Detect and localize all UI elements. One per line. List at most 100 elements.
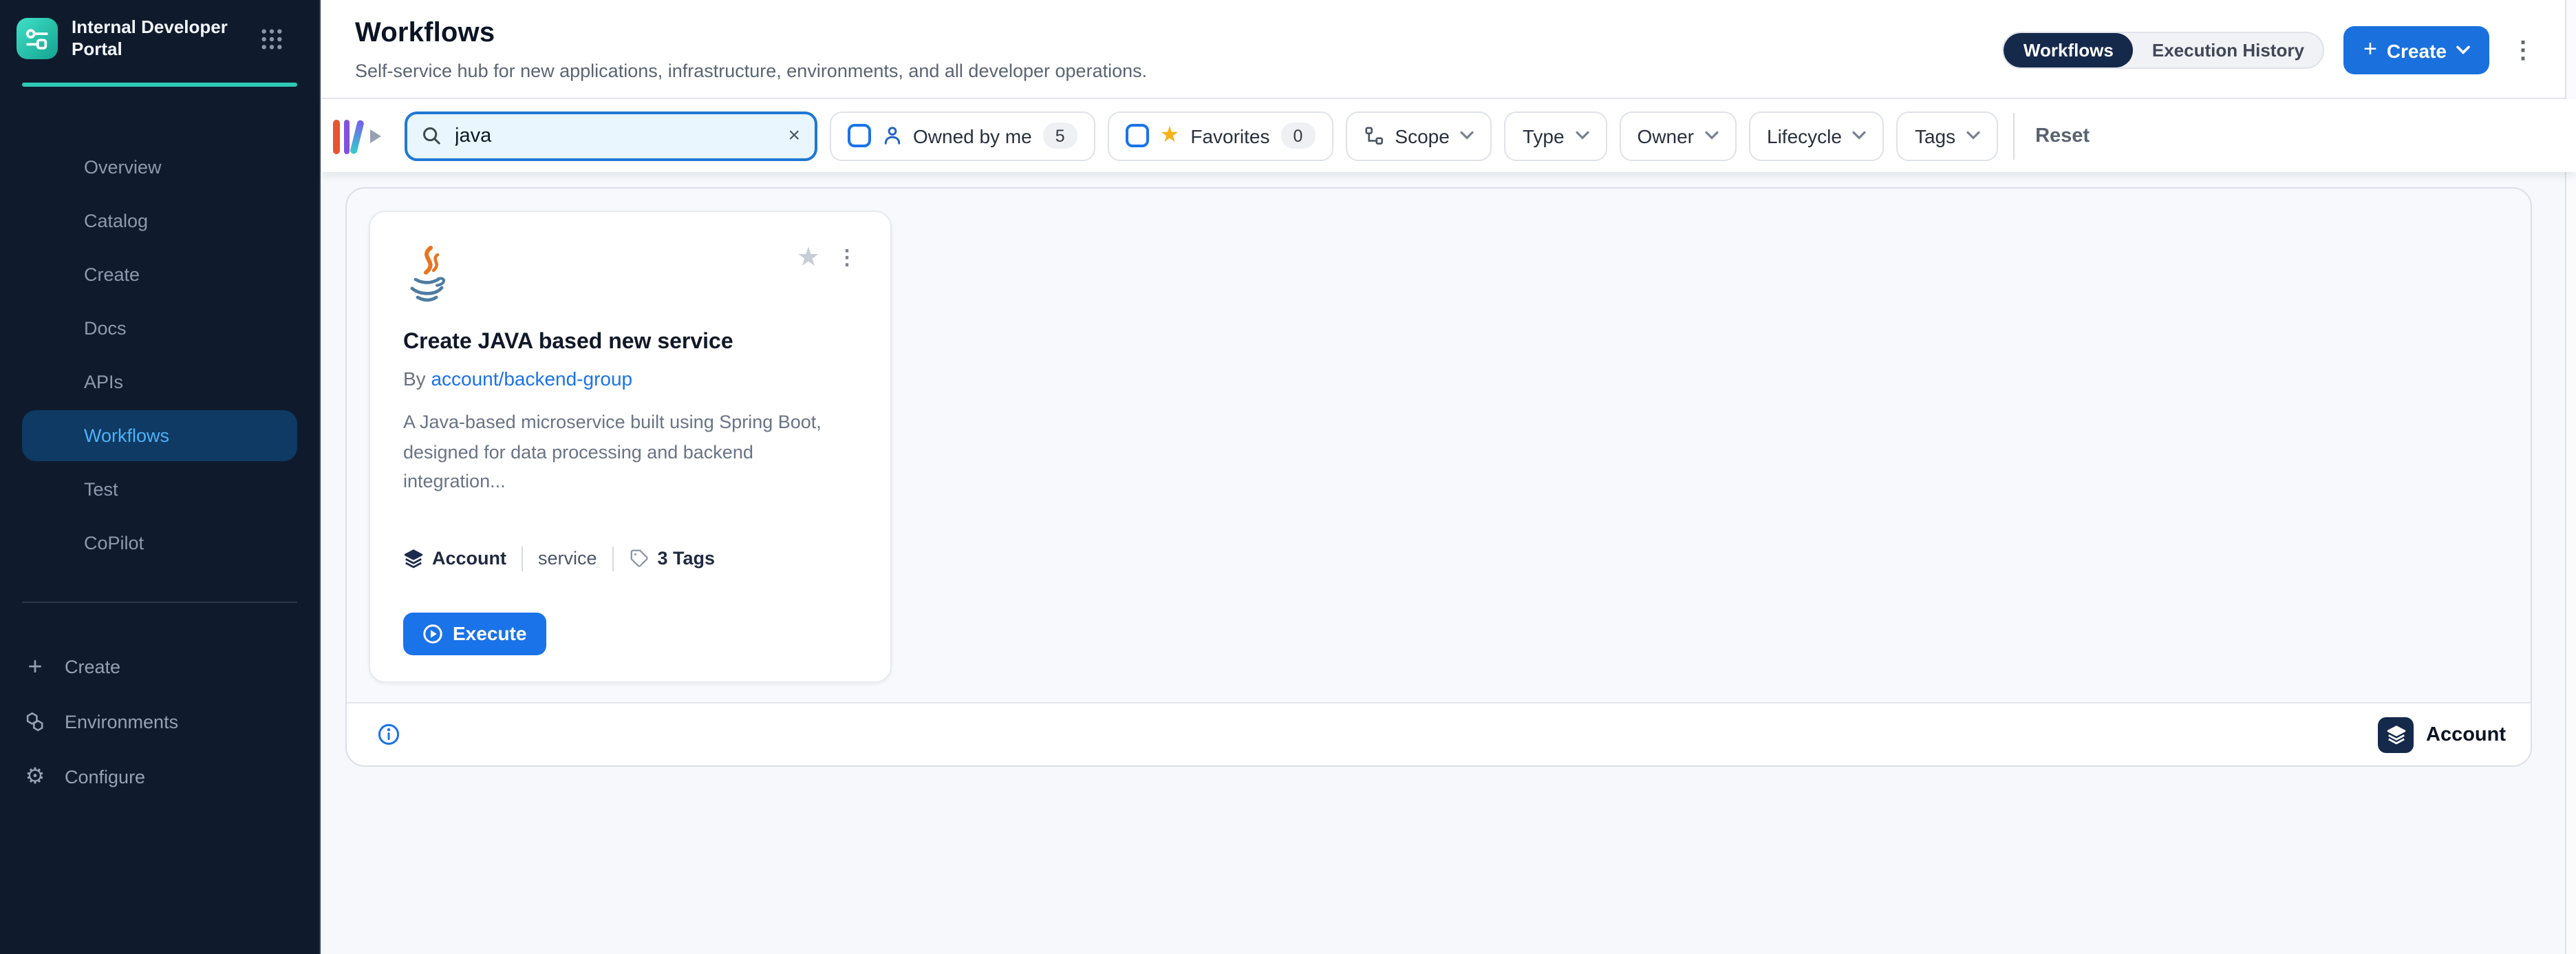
- sidebar-footer-label: Configure: [65, 766, 145, 787]
- owner-dropdown[interactable]: Owner: [1620, 111, 1737, 160]
- person-icon: [881, 125, 902, 146]
- scope-tree-icon: [1363, 125, 1384, 146]
- app-root: Internal Developer Portal Overview Catal…: [0, 0, 2576, 954]
- library-bars-icon[interactable]: [333, 117, 360, 154]
- search-input[interactable]: [452, 123, 777, 148]
- workflow-description: A Java-based microservice built using Sp…: [403, 407, 841, 497]
- tags-count: 3 Tags: [658, 549, 716, 569]
- sidebar-item-catalog[interactable]: Catalog: [22, 195, 297, 246]
- apps-grid-icon[interactable]: [260, 27, 283, 50]
- type-dropdown[interactable]: Type: [1505, 111, 1607, 160]
- tab-execution-history[interactable]: Execution History: [2133, 33, 2323, 67]
- workflow-meta-row: Account service 3 Tags: [403, 547, 857, 571]
- sidebar-item-apis[interactable]: APIs: [22, 357, 297, 407]
- main-area: Workflows Self-service hub for new appli…: [322, 0, 2576, 954]
- sidebar-item-test[interactable]: Test: [22, 464, 297, 515]
- chevron-down-icon: [1966, 131, 1980, 140]
- app-title: Internal Developer Portal: [72, 17, 246, 61]
- scope-dropdown[interactable]: Scope: [1345, 111, 1492, 160]
- scope-label: Scope: [1395, 125, 1449, 147]
- chevron-down-icon: [1576, 131, 1589, 140]
- sidebar-footer-nav: + Create Environments ⚙ Configure: [0, 642, 319, 807]
- filter-bar: × Owned by me 5 ★ Favorites 0: [322, 99, 2576, 172]
- info-icon[interactable]: [377, 723, 400, 746]
- execute-button[interactable]: Execute: [403, 613, 546, 655]
- favorite-star-icon: ★: [1160, 125, 1180, 147]
- sidebar-item-configure[interactable]: ⚙ Configure: [11, 752, 308, 801]
- favorites-count: 0: [1281, 123, 1316, 149]
- search-icon: [420, 125, 441, 146]
- sidebar: Internal Developer Portal Overview Catal…: [0, 0, 321, 954]
- sidebar-item-copilot[interactable]: CoPilot: [22, 518, 297, 569]
- sidebar-nav: Overview Catalog Create Docs APIs Workfl…: [0, 142, 319, 571]
- lifecycle-dropdown[interactable]: Lifecycle: [1749, 111, 1885, 160]
- java-logo-icon: [403, 245, 450, 306]
- sidebar-logo-row: Internal Developer Portal: [0, 0, 319, 77]
- plus-icon: +: [22, 652, 48, 681]
- owned-by-me-label: Owned by me: [913, 125, 1032, 147]
- workflow-owner-line: By account/backend-group: [403, 368, 857, 390]
- sidebar-item-overview[interactable]: Overview: [22, 142, 297, 193]
- panel-footer: Account: [347, 702, 2531, 765]
- tags-label: Tags: [1915, 125, 1955, 147]
- sidebar-accent-divider: [22, 83, 297, 87]
- sidebar-item-docs[interactable]: Docs: [22, 303, 297, 354]
- meta-divider: [522, 547, 523, 571]
- workflow-title: Create JAVA based new service: [403, 330, 857, 355]
- expand-arrow-icon[interactable]: [369, 129, 380, 142]
- chevron-down-icon: [1853, 131, 1867, 140]
- sidebar-item-create[interactable]: Create: [22, 249, 297, 300]
- page-subtitle: Self-service hub for new applications, i…: [355, 61, 2003, 81]
- sidebar-item-environments[interactable]: Environments: [11, 697, 308, 746]
- filter-favorites[interactable]: ★ Favorites 0: [1108, 111, 1333, 160]
- meta-divider: [612, 547, 614, 571]
- page-title: Workflows: [355, 18, 2003, 50]
- sidebar-divider: [22, 602, 297, 603]
- chevron-down-icon: [1705, 131, 1719, 140]
- workflows-panel: ★ ⋮ Create JAVA based new service By acc…: [345, 187, 2532, 767]
- page-header: Workflows Self-service hub for new appli…: [322, 0, 2576, 99]
- create-button[interactable]: + Create: [2344, 26, 2489, 74]
- content-area: ★ ⋮ Create JAVA based new service By acc…: [322, 172, 2576, 954]
- type-label: Type: [1523, 125, 1565, 147]
- owner-label: Owner: [1638, 125, 1694, 147]
- favorites-label: Favorites: [1190, 125, 1269, 147]
- filter-owned-by-me[interactable]: Owned by me 5: [829, 111, 1095, 160]
- chevron-down-icon: [2456, 45, 2470, 55]
- sidebar-item-create-bottom[interactable]: + Create: [11, 642, 308, 691]
- type-value: service: [538, 549, 597, 569]
- owned-by-me-count: 5: [1043, 123, 1077, 149]
- tag-icon: [629, 549, 650, 569]
- scope-value: Account: [432, 549, 506, 569]
- owner-group-link[interactable]: account/backend-group: [431, 368, 632, 390]
- account-scope-label: Account: [2426, 723, 2506, 745]
- header-kebab-menu-icon[interactable]: ⋮: [2509, 36, 2537, 65]
- owned-by-me-checkbox[interactable]: [847, 124, 870, 147]
- card-kebab-menu-icon[interactable]: ⋮: [837, 248, 857, 268]
- clear-search-icon[interactable]: ×: [788, 125, 800, 146]
- tab-workflows[interactable]: Workflows: [2004, 33, 2133, 67]
- by-prefix: By: [403, 368, 426, 390]
- search-box: ×: [404, 111, 817, 160]
- reset-filters-button[interactable]: Reset: [2035, 125, 2090, 147]
- execute-label: Execute: [453, 623, 526, 645]
- favorite-toggle-icon[interactable]: ★: [797, 245, 820, 271]
- favorites-checkbox[interactable]: [1126, 124, 1149, 147]
- sidebar-item-workflows[interactable]: Workflows: [22, 410, 297, 461]
- account-scope-icon: [2378, 717, 2414, 752]
- portal-logo-icon[interactable]: [17, 18, 58, 59]
- sidebar-footer-label: Environments: [65, 711, 178, 732]
- gear-icon: ⚙: [22, 763, 48, 790]
- account-layers-icon: [403, 549, 424, 569]
- sidebar-footer-label: Create: [65, 656, 120, 677]
- lifecycle-label: Lifecycle: [1767, 125, 1842, 147]
- workflow-card[interactable]: ★ ⋮ Create JAVA based new service By acc…: [369, 211, 892, 683]
- filter-divider: [2013, 112, 2015, 159]
- hexagons-icon: [22, 710, 48, 733]
- tags-dropdown[interactable]: Tags: [1897, 111, 1998, 160]
- workflow-grid: ★ ⋮ Create JAVA based new service By acc…: [347, 189, 2531, 702]
- view-toggle: Workflows Execution History: [2003, 32, 2325, 69]
- create-button-label: Create: [2387, 39, 2447, 61]
- play-circle-icon: [422, 624, 443, 644]
- plus-icon: +: [2363, 35, 2377, 63]
